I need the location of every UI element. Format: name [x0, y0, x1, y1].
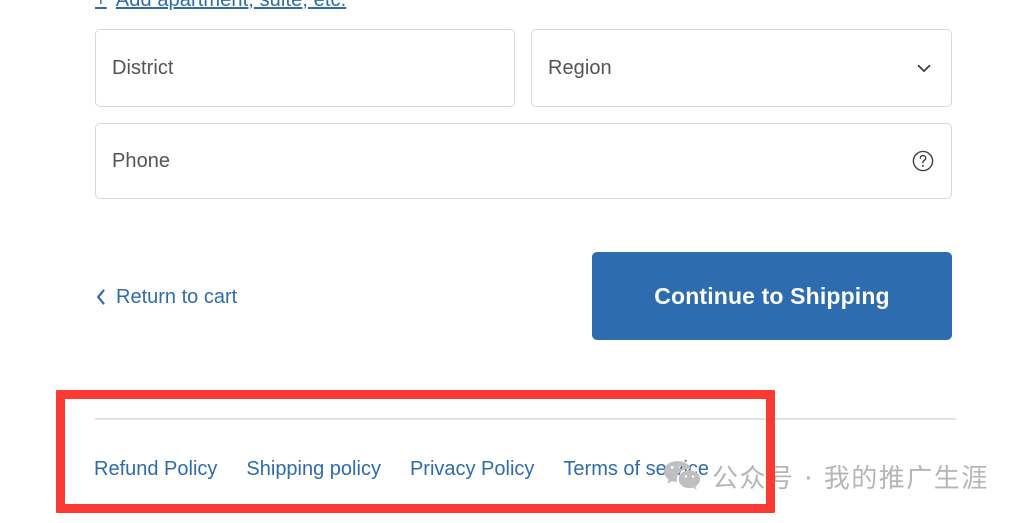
add-apartment-label: Add apartment, suite, etc. [116, 0, 347, 12]
annotation-rectangle [56, 390, 775, 513]
footer-link-privacy-policy[interactable]: Privacy Policy [410, 458, 534, 481]
return-to-cart-label: Return to cart [116, 285, 238, 308]
chevron-down-icon[interactable] [915, 59, 935, 77]
footer-link-terms-of-service[interactable]: Terms of service [563, 458, 709, 481]
region-select[interactable]: Region [531, 29, 952, 107]
watermark-text: 公众号 · 我的推广生涯 [712, 463, 989, 494]
continue-to-shipping-button[interactable]: Continue to Shipping [592, 252, 952, 340]
district-placeholder: District [112, 56, 174, 79]
district-input[interactable]: District [95, 29, 515, 107]
phone-input[interactable]: Phone [95, 123, 952, 199]
phone-placeholder: Phone [112, 149, 171, 172]
help-circle-icon[interactable] [911, 149, 935, 173]
footer-links: Refund Policy Shipping policy Privacy Po… [94, 455, 709, 483]
return-to-cart-link[interactable]: Return to cart [96, 283, 237, 311]
add-apartment-link[interactable]: + Add apartment, suite, etc. [95, 0, 346, 13]
footer-link-shipping-policy[interactable]: Shipping policy [246, 458, 381, 481]
wechat-watermark: 公众号 · 我的推广生涯 [663, 457, 989, 495]
region-placeholder: Region [548, 56, 612, 79]
footer-divider [95, 418, 956, 420]
chevron-left-icon [96, 289, 106, 305]
plus-icon: + [95, 0, 107, 11]
footer-link-refund-policy[interactable]: Refund Policy [94, 458, 217, 481]
